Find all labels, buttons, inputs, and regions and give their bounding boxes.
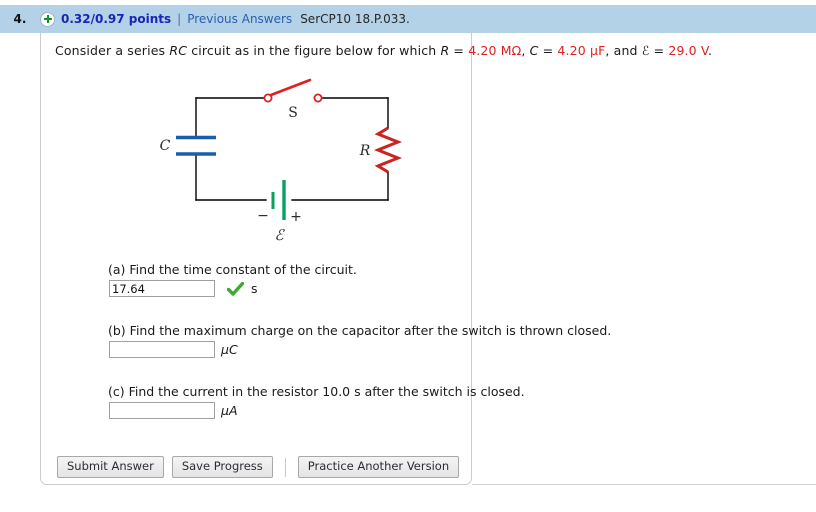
page-bottom-divider: [472, 484, 816, 485]
emf-label: ℰ: [274, 226, 285, 244]
question-code: SerCP10 18.P.033.: [300, 12, 410, 26]
value-resistance: 4.20 MΩ: [468, 43, 522, 58]
save-progress-button[interactable]: Save Progress: [171, 456, 273, 478]
prompt-seg-2: circuit as in the figure below for which: [187, 43, 441, 58]
part-b-unit: μC: [221, 342, 238, 357]
green-check-icon: [225, 281, 245, 296]
value-emf: 29.0 V: [668, 43, 708, 58]
previous-answers-link[interactable]: Previous Answers: [187, 12, 292, 26]
battery-plus-label: +: [290, 209, 302, 225]
part-b-answer-input[interactable]: [109, 341, 215, 358]
part-a-answer-input[interactable]: [109, 280, 215, 297]
resistor-label: R: [359, 143, 371, 159]
part-b-label: (b) Find the maximum charge on the capac…: [108, 323, 612, 338]
header-separator: |: [177, 12, 182, 26]
switch-label: S: [288, 105, 298, 121]
prompt-seg-5: =: [538, 43, 558, 58]
button-divider: [284, 457, 286, 477]
prompt-var-c: C: [529, 43, 539, 58]
prompt-seg-7: =: [649, 43, 669, 58]
prompt-seg-8: .: [708, 43, 713, 58]
points-earned: 0.32/0.97 points: [61, 12, 172, 26]
part-c-answer-input[interactable]: [109, 402, 215, 419]
battery-minus-label: −: [257, 208, 269, 224]
prompt-rc-italic: RC: [169, 43, 188, 58]
value-capacitance: 4.20 μF: [557, 43, 606, 58]
submit-answer-button[interactable]: Submit Answer: [57, 456, 164, 478]
part-a-unit: s: [251, 281, 258, 296]
part-b-answer-row: μC: [109, 341, 238, 358]
prompt-seg-4: ,: [521, 43, 530, 58]
rc-circuit-diagram: C R S − + ℰ: [150, 72, 420, 247]
prompt-seg-6: , and: [605, 43, 642, 58]
prompt-seg-3: =: [449, 43, 469, 58]
battery-symbol: [271, 180, 286, 220]
question-number: 4.: [13, 12, 27, 26]
part-a-answer-row: s: [109, 280, 258, 297]
question-header-bar: 4. 0.32/0.97 points | Previous Answers S…: [0, 5, 816, 33]
part-c-label: (c) Find the current in the resistor 10.…: [108, 384, 525, 399]
part-a-label: (a) Find the time constant of the circui…: [108, 262, 357, 277]
prompt-var-r: R: [440, 43, 450, 58]
part-c-answer-row: μA: [109, 402, 238, 419]
switch-symbol: [263, 78, 323, 103]
capacitor-label: C: [160, 138, 171, 154]
capacitor-symbol: [176, 135, 216, 156]
practice-another-version-button[interactable]: Practice Another Version: [297, 456, 460, 478]
action-button-row: Submit Answer Save Progress Practice Ano…: [57, 456, 460, 478]
plus-circle-icon[interactable]: [40, 11, 55, 27]
part-c-unit: μA: [221, 403, 238, 418]
resistor-symbol: [373, 126, 403, 174]
problem-statement: Consider a series RC circuit as in the f…: [55, 43, 712, 58]
prompt-seg-1: Consider a series: [55, 43, 170, 58]
